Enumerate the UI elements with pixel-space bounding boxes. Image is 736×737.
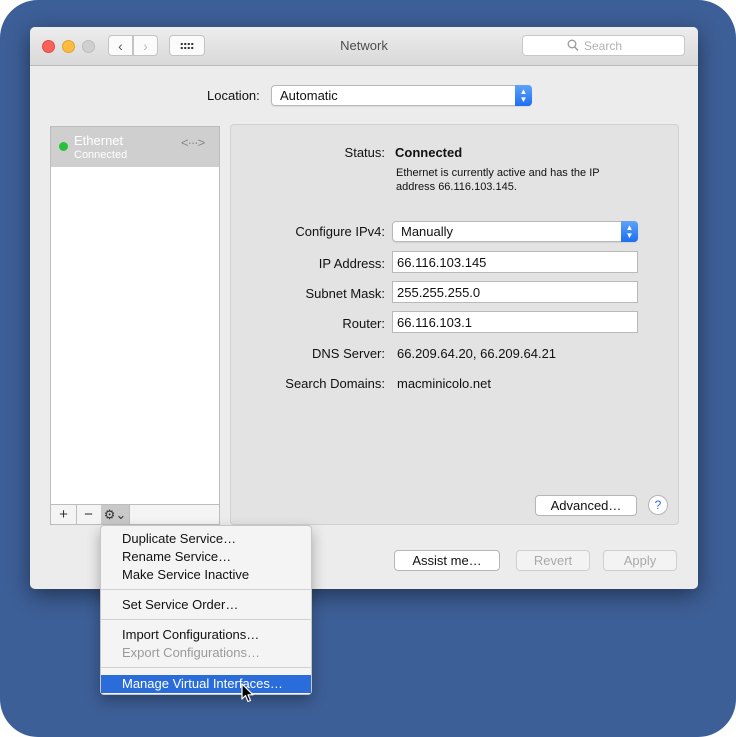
search-placeholder: Search	[584, 39, 623, 53]
menu-item-rename-service[interactable]: Rename Service…	[122, 549, 231, 564]
menu-item-set-service-order[interactable]: Set Service Order…	[122, 597, 238, 612]
router-label: Router:	[342, 316, 385, 331]
ip-address-field[interactable]: 66.116.103.145	[392, 251, 638, 273]
menu-separator	[101, 589, 311, 590]
configure-ipv4-popup[interactable]: Manually ▲ ▼	[392, 221, 638, 242]
service-status: Connected	[74, 149, 128, 161]
menu-separator	[101, 619, 311, 620]
service-name: Ethernet	[74, 133, 124, 148]
service-list-toolbar: + − ⚙⌄	[50, 504, 220, 525]
subnet-mask-value: 255.255.255.0	[397, 285, 481, 300]
menu-item-duplicate-service[interactable]: Duplicate Service…	[122, 531, 236, 546]
subnet-mask-field[interactable]: 255.255.255.0	[392, 281, 638, 303]
search-domains-label: Search Domains:	[285, 376, 385, 391]
action-menu: Duplicate Service… Rename Service… Make …	[100, 525, 312, 695]
menu-item-manage-virtual-interfaces[interactable]: Manage Virtual Interfaces…	[101, 675, 311, 693]
location-label: Location:	[207, 88, 260, 103]
add-service-button[interactable]: +	[51, 505, 77, 524]
gear-icon: ⚙⌄	[103, 506, 127, 522]
apply-button[interactable]: Apply	[603, 550, 677, 571]
search-field[interactable]: Search	[522, 35, 685, 56]
advanced-button[interactable]: Advanced…	[535, 495, 637, 516]
remove-service-button[interactable]: −	[76, 505, 102, 524]
status-label: Status:	[344, 145, 385, 160]
mouse-pointer-icon	[241, 683, 255, 706]
menu-item-export-configurations: Export Configurations…	[122, 645, 261, 660]
ip-address-label: IP Address:	[318, 256, 385, 271]
menu-item-make-service-inactive[interactable]: Make Service Inactive	[122, 567, 249, 582]
revert-button[interactable]: Revert	[516, 550, 590, 571]
status-value: Connected	[395, 145, 463, 160]
router-value: 66.116.103.1	[397, 315, 472, 330]
location-value: Automatic	[280, 88, 338, 103]
title-bar: ‹ › Network Search	[30, 27, 698, 66]
action-menu-button[interactable]: ⚙⌄	[101, 505, 130, 524]
router-field[interactable]: 66.116.103.1	[392, 311, 638, 333]
configure-ipv4-label: Configure IPv4:	[295, 224, 385, 239]
assist-me-button[interactable]: Assist me…	[394, 550, 500, 571]
search-icon	[567, 39, 579, 55]
menu-separator	[101, 667, 311, 668]
ip-address-value: 66.116.103.145	[397, 255, 487, 270]
subnet-mask-label: Subnet Mask:	[305, 286, 386, 301]
status-description: Ethernet is currently active and has the…	[396, 167, 600, 193]
chevron-updown-icon: ▲ ▼	[621, 221, 638, 242]
dns-server-label: DNS Server:	[312, 346, 385, 361]
configure-ipv4-value: Manually	[401, 224, 454, 239]
status-dot-icon	[59, 142, 68, 151]
menu-item-import-configurations[interactable]: Import Configurations…	[122, 627, 259, 642]
help-button[interactable]: ?	[648, 495, 668, 515]
chevron-updown-icon: ▲ ▼	[515, 85, 532, 106]
menu-item-label: Manage Virtual Interfaces…	[122, 676, 283, 691]
location-popup[interactable]: Automatic ▲ ▼	[271, 85, 532, 106]
dns-server-value: 66.209.64.20, 66.209.64.21	[397, 346, 557, 361]
search-domains-value: macminicolo.net	[397, 376, 491, 391]
network-window: ‹ › Network Search Location: Automatic ▲…	[30, 27, 698, 589]
